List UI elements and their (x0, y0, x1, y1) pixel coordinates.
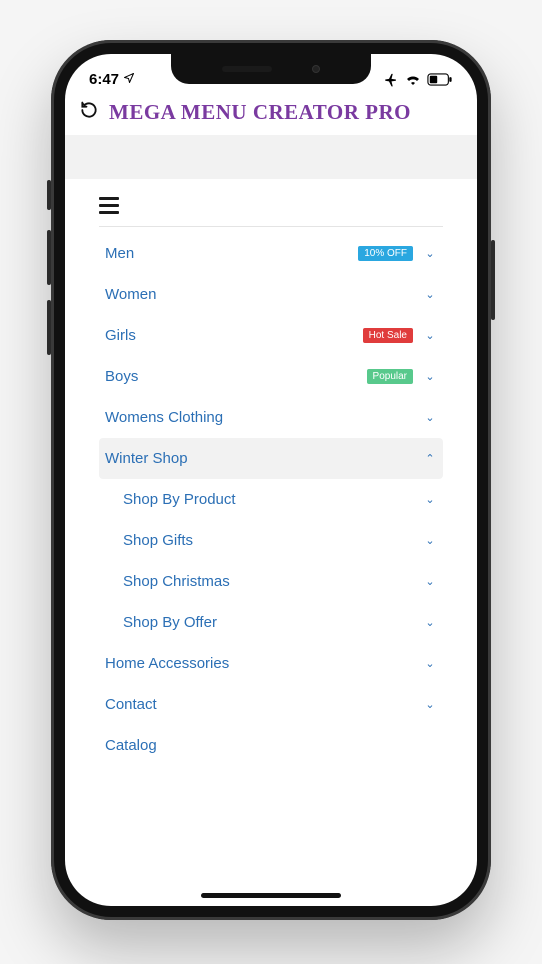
divider (99, 226, 443, 227)
status-right (384, 72, 453, 87)
chevron-down-icon: ⌄ (423, 493, 437, 506)
header: MEGA MENU CREATOR PRO (65, 94, 477, 135)
wifi-icon (405, 73, 421, 85)
menu-label: Boys (105, 368, 367, 385)
grey-band (65, 135, 477, 179)
submenu-item-shop-christmas[interactable]: Shop Christmas ⌄ (99, 561, 443, 602)
menu-item-womens-clothing[interactable]: Womens Clothing ⌄ (99, 397, 443, 438)
app-title: MEGA MENU CREATOR PRO (109, 100, 411, 125)
menu-label: Womens Clothing (105, 409, 423, 426)
submenu-item-shop-gifts[interactable]: Shop Gifts ⌄ (99, 520, 443, 561)
menu-item-men[interactable]: Men 10% OFF ⌄ (99, 233, 443, 274)
side-button (47, 230, 51, 285)
menu-item-home-accessories[interactable]: Home Accessories ⌄ (99, 643, 443, 684)
chevron-down-icon: ⌄ (423, 288, 437, 301)
chevron-down-icon: ⌄ (423, 370, 437, 383)
menu-item-girls[interactable]: Girls Hot Sale ⌄ (99, 315, 443, 356)
side-button (491, 240, 495, 320)
menu-label: Women (105, 286, 423, 303)
badge: Hot Sale (363, 328, 413, 343)
menu-label: Shop Gifts (123, 532, 423, 549)
status-left: 6:47 (89, 71, 135, 88)
submenu-item-shop-by-product[interactable]: Shop By Product ⌄ (99, 479, 443, 520)
status-time: 6:47 (89, 71, 119, 88)
chevron-down-icon: ⌄ (423, 329, 437, 342)
menu-label: Winter Shop (105, 450, 423, 467)
menu-list: Men 10% OFF ⌄ Women ⌄ Girls Hot Sale ⌄ B… (99, 233, 443, 766)
hamburger-icon[interactable] (99, 197, 119, 214)
badge: 10% OFF (358, 246, 413, 261)
reload-icon[interactable] (79, 100, 99, 125)
chevron-down-icon: ⌄ (423, 411, 437, 424)
menu-item-women[interactable]: Women ⌄ (99, 274, 443, 315)
side-button (47, 300, 51, 355)
chevron-down-icon: ⌄ (423, 534, 437, 547)
menu-card: Men 10% OFF ⌄ Women ⌄ Girls Hot Sale ⌄ B… (83, 179, 459, 776)
badge: Popular (367, 369, 413, 384)
home-indicator[interactable] (201, 893, 341, 898)
menu-item-catalog[interactable]: Catalog (99, 725, 443, 766)
chevron-up-icon: ⌃ (423, 452, 437, 465)
chevron-down-icon: ⌄ (423, 698, 437, 711)
menu-label: Girls (105, 327, 363, 344)
phone-frame: 6:47 MEGA MENU CREATOR (51, 40, 491, 920)
menu-item-contact[interactable]: Contact ⌄ (99, 684, 443, 725)
notch (171, 54, 371, 84)
location-icon (123, 71, 135, 88)
submenu-item-shop-by-offer[interactable]: Shop By Offer ⌄ (99, 602, 443, 643)
menu-item-winter-shop[interactable]: Winter Shop ⌃ (99, 438, 443, 479)
menu-label: Shop Christmas (123, 573, 423, 590)
menu-item-boys[interactable]: Boys Popular ⌄ (99, 356, 443, 397)
battery-icon (427, 73, 453, 86)
screen: 6:47 MEGA MENU CREATOR (65, 54, 477, 906)
menu-label: Catalog (105, 737, 437, 754)
menu-label: Contact (105, 696, 423, 713)
chevron-down-icon: ⌄ (423, 247, 437, 260)
menu-label: Shop By Product (123, 491, 423, 508)
chevron-down-icon: ⌄ (423, 616, 437, 629)
menu-label: Home Accessories (105, 655, 423, 672)
chevron-down-icon: ⌄ (423, 657, 437, 670)
menu-label: Shop By Offer (123, 614, 423, 631)
airplane-icon (384, 72, 399, 87)
chevron-down-icon: ⌄ (423, 575, 437, 588)
menu-label: Men (105, 245, 358, 262)
side-button (47, 180, 51, 210)
